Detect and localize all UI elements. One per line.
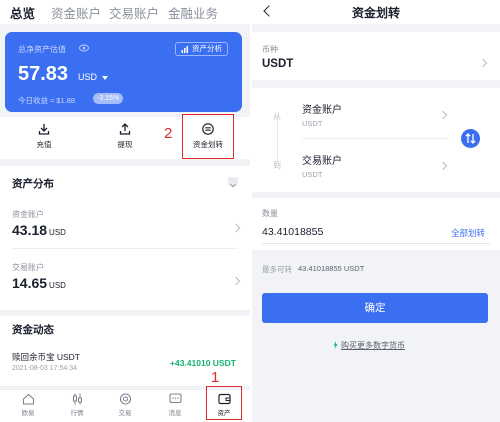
distribution-title: 资产分布 — [12, 178, 54, 190]
page-title: 资金划转 — [351, 6, 400, 20]
chart-icon — [181, 45, 188, 53]
transfer-accounts: 从 到 资金账户 USDT 交易账户 USDT — [252, 88, 500, 192]
coin-value: USDT — [262, 58, 294, 70]
to-account-name: 交易账户 — [302, 156, 342, 167]
account-label: 资金账户 — [12, 210, 44, 219]
today-earnings: 今日收益 ≈ $1.88 — [18, 96, 76, 105]
eye-icon[interactable] — [79, 44, 89, 52]
dynamic-item-date: 2021-08-03 17:54:34 — [12, 365, 77, 372]
swap-accounts-button[interactable] — [461, 129, 480, 148]
tab-funding-account[interactable]: 资金账户 — [51, 3, 101, 22]
coin-label: 币种 — [262, 45, 278, 54]
dynamic-item-name: 赎回余币宝 USDT — [12, 352, 81, 362]
account-label: 交易账户 — [12, 263, 44, 272]
dynamics-title: 资金动态 — [12, 324, 54, 336]
nav-market[interactable]: 行情 — [60, 393, 94, 417]
fund-transfer-screen: 资金划转 币种 USDT 从 到 资金账户 USDT 交易账户 USDT 数量 — [252, 0, 500, 422]
asset-overview-screen: 总览 资金账户 交易账户 金融业务 总净资产估值 资产分析 57.83 USD … — [0, 0, 250, 422]
divider — [277, 116, 278, 162]
annotation-step-1: 1 — [211, 369, 220, 386]
dynamic-item-amount: +43.41010 USDT — [170, 358, 236, 368]
nav-messages[interactable]: 消息 — [158, 393, 192, 417]
divider — [262, 243, 490, 244]
message-icon — [168, 393, 182, 404]
buy-crypto-link[interactable]: 购买更多数字货币 — [341, 340, 405, 351]
deposit-icon — [38, 124, 50, 135]
asset-distribution-section: 资产分布 资金账户 43.18 USD 交易账户 14.65 USD — [0, 166, 250, 310]
nav-trade[interactable]: 交易 — [108, 393, 142, 417]
quantity-section: 数量 43.41018855 全部划转 — [252, 198, 500, 250]
divider — [12, 248, 238, 249]
total-assets-amount: 57.83 — [18, 63, 69, 85]
from-account-coin: USDT — [302, 119, 323, 128]
swap-icon — [465, 133, 476, 144]
quantity-input[interactable]: 43.41018855 — [262, 226, 323, 238]
chevron-right-icon — [231, 223, 241, 233]
from-account-name: 资金账户 — [302, 105, 342, 116]
header: 资金划转 — [252, 0, 500, 24]
deposit-button[interactable]: 充值 — [24, 123, 64, 150]
coin-selector[interactable]: 币种 USDT — [252, 32, 500, 80]
confirm-button[interactable]: 确定 — [262, 293, 488, 323]
transfer-all-button[interactable]: 全部划转 — [451, 227, 485, 239]
chevron-right-icon — [438, 161, 448, 171]
asset-analysis-button[interactable]: 资产分析 — [175, 42, 228, 56]
tab-financial-services[interactable]: 金融业务 — [168, 3, 218, 22]
withdraw-button[interactable]: 提现 — [105, 123, 145, 150]
trade-icon — [119, 393, 131, 405]
divider — [302, 138, 448, 139]
chevron-right-icon — [231, 276, 241, 286]
chevron-right-icon — [438, 110, 448, 120]
nav-home[interactable]: 欧易 — [11, 393, 45, 417]
account-value: 14.65 USD — [12, 275, 66, 291]
to-account-coin: USDT — [302, 170, 323, 179]
tab-trading-account[interactable]: 交易账户 — [109, 3, 159, 22]
total-assets-label: 总净资产估值 — [18, 45, 66, 54]
quantity-label: 数量 — [262, 209, 278, 218]
nav-label: 消息 — [168, 410, 182, 417]
max-transfer-value: 43.41018855 USDT — [298, 264, 365, 273]
deposit-label: 充值 — [36, 140, 52, 149]
asset-tabs: 总览 资金账户 交易账户 金融业务 — [0, 0, 250, 24]
annotation-box-assets — [206, 386, 242, 420]
account-value: 43.18 USD — [12, 222, 66, 238]
lightning-icon — [333, 341, 338, 349]
home-icon — [22, 393, 34, 405]
annotation-step-2: 2 — [164, 125, 173, 142]
tab-overview[interactable]: 总览 — [10, 3, 35, 22]
withdraw-label: 提现 — [117, 140, 133, 149]
earnings-percent-badge: -3.15% — [93, 93, 124, 104]
withdraw-icon — [119, 123, 131, 135]
candlestick-icon — [72, 393, 82, 405]
chevron-right-icon — [478, 58, 488, 68]
to-label: 到 — [273, 161, 281, 170]
chevron-down-icon[interactable] — [228, 177, 238, 188]
total-assets-card: 总净资产估值 资产分析 57.83 USD 今日收益 ≈ $1.88 -3.15… — [5, 32, 242, 112]
max-transfer-label: 最多可转 — [262, 265, 292, 274]
chevron-down-icon[interactable] — [102, 76, 108, 80]
nav-label: 行情 — [70, 410, 84, 417]
currency-unit[interactable]: USD — [78, 72, 97, 82]
nav-label: 欧易 — [21, 410, 35, 417]
asset-analysis-label: 资产分析 — [192, 44, 222, 53]
annotation-box-transfer — [182, 114, 234, 159]
nav-label: 交易 — [118, 410, 132, 417]
